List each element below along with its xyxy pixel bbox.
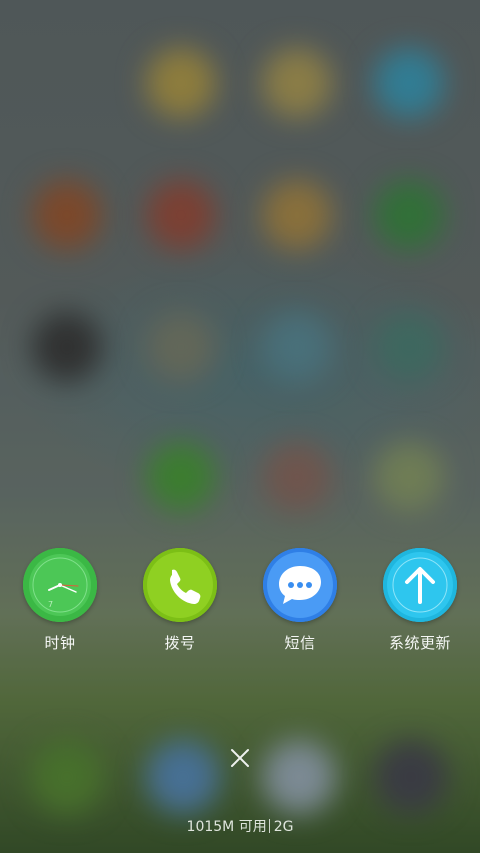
recent-app-label: 拨号 bbox=[164, 634, 196, 652]
clock-icon[interactable]: 7 bbox=[23, 548, 97, 622]
recent-app-label: 时钟 bbox=[44, 634, 76, 652]
message-icon[interactable] bbox=[263, 548, 337, 622]
phone-icon[interactable] bbox=[143, 548, 217, 622]
svg-text:7: 7 bbox=[48, 600, 53, 609]
memory-available: 1015M 可用 bbox=[186, 819, 267, 835]
close-icon[interactable] bbox=[222, 740, 258, 776]
recent-app-clock[interactable]: 7 时钟 bbox=[0, 548, 120, 658]
update-arrow-icon[interactable] bbox=[383, 548, 457, 622]
recent-app-label: 短信 bbox=[284, 634, 316, 652]
recent-apps-row: 7 时钟 拨号 短信 系统更新 bbox=[0, 548, 480, 658]
memory-separator bbox=[268, 819, 270, 833]
recent-app-dialer[interactable]: 拨号 bbox=[120, 548, 240, 658]
recent-app-label: 系统更新 bbox=[388, 634, 451, 652]
close-all-button[interactable] bbox=[222, 740, 258, 776]
recent-app-messages[interactable]: 短信 bbox=[240, 548, 360, 658]
memory-status: 1015M 可用 2G bbox=[0, 816, 480, 836]
memory-total: 2G bbox=[273, 819, 294, 835]
overlay-scrim bbox=[0, 0, 480, 853]
recent-app-system-update[interactable]: 系统更新 bbox=[360, 548, 480, 658]
